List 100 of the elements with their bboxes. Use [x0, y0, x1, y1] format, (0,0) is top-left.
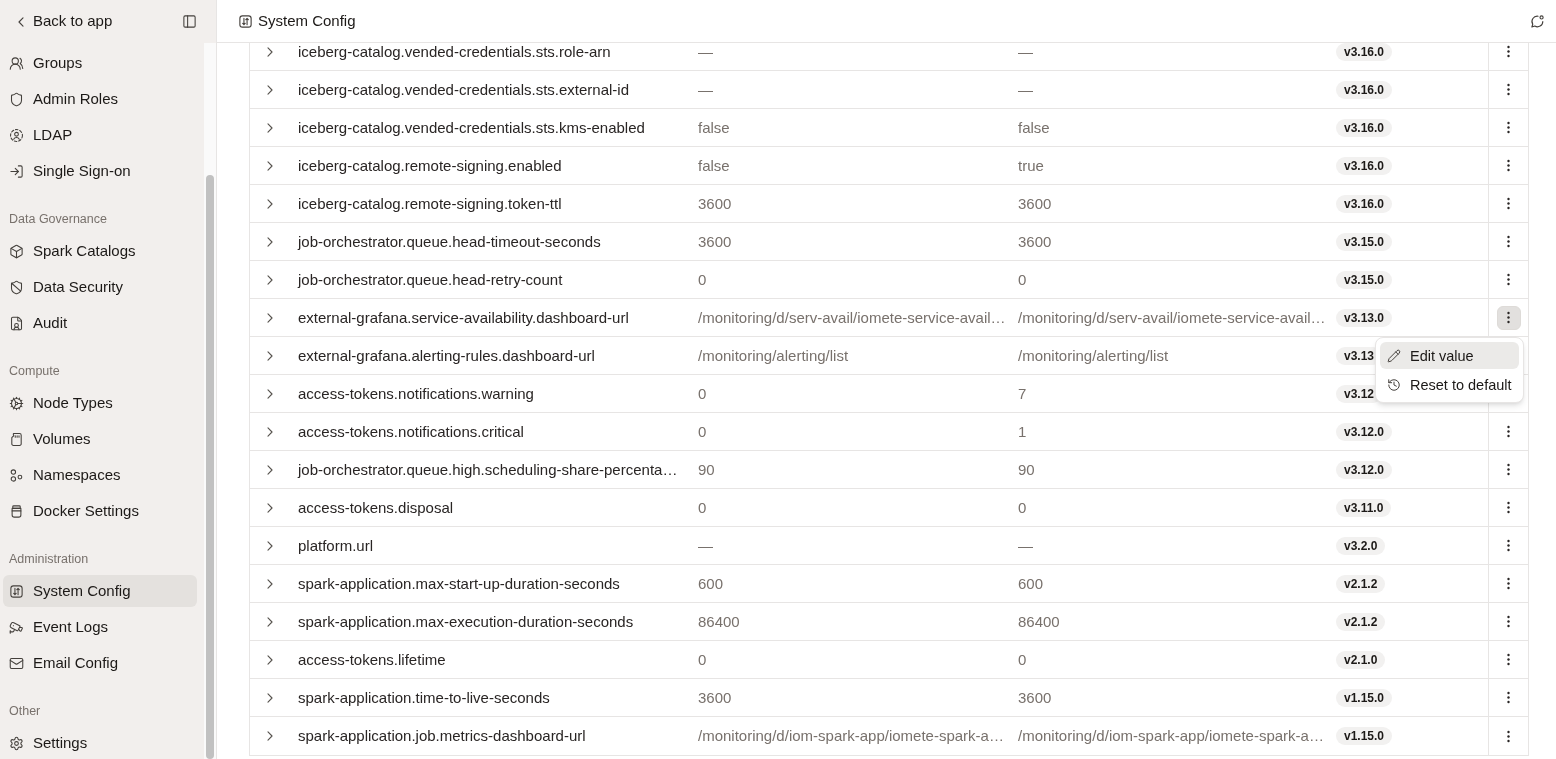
current-value: 600	[1018, 575, 1045, 592]
chevron-right-icon[interactable]	[267, 84, 273, 95]
version-badge: v3.12.0	[1336, 422, 1393, 441]
current-value: 0	[1018, 271, 1028, 288]
chevron-right-icon[interactable]	[267, 540, 273, 551]
config-key: job-orchestrator.queue.high.scheduling-share-percenta…	[298, 461, 698, 478]
default-value: /monitoring/d/iom-spark-app/iomete-spark-a…	[698, 728, 1005, 744]
chevron-right-icon[interactable]	[267, 46, 273, 57]
kebab-icon	[1507, 463, 1510, 476]
chevron-right-icon[interactable]	[267, 426, 273, 437]
message-bubble-icon[interactable]	[1530, 13, 1545, 29]
default-value: 0	[698, 271, 708, 288]
nav-item[interactable]: Node Types	[3, 387, 197, 419]
version-badge: v2.1.2	[1336, 574, 1386, 593]
config-key: iceberg-catalog.remote-signing.token-ttl	[298, 195, 698, 212]
more-button[interactable]	[1496, 305, 1521, 330]
kebab-icon	[1507, 653, 1510, 666]
default-value: 0	[698, 499, 708, 516]
default-value: 90	[698, 461, 716, 478]
version-badge: v3.16.0	[1336, 43, 1393, 61]
pencil-icon	[1387, 348, 1401, 363]
version-badge: v3.16.0	[1336, 80, 1393, 99]
chevron-right-icon[interactable]	[267, 616, 273, 627]
kebab-icon	[1507, 121, 1510, 134]
mail-icon	[9, 655, 24, 671]
default-value: 0	[698, 385, 708, 402]
nav-item[interactable]: Spark Catalogs	[3, 235, 197, 267]
back-link[interactable]: Back to app	[18, 10, 113, 33]
file-user-icon	[9, 315, 24, 331]
current-value: 3600	[1018, 195, 1053, 212]
current-value: —	[1018, 81, 1034, 98]
nav-item[interactable]: Docker Settings	[3, 495, 197, 527]
panel-icon[interactable]	[182, 14, 197, 29]
chevron-right-icon[interactable]	[267, 274, 273, 285]
chevron-right-icon[interactable]	[267, 350, 273, 361]
chevron-right-icon[interactable]	[267, 731, 273, 741]
kebab-icon	[1507, 159, 1510, 172]
current-value: —	[1018, 537, 1034, 554]
memory-card-icon	[9, 431, 24, 447]
chevron-right-icon[interactable]	[267, 122, 273, 133]
kebab-icon	[1507, 615, 1510, 628]
config-key: spark-application.time-to-live-seconds	[298, 689, 698, 706]
nav-item[interactable]: Data Security	[3, 271, 197, 303]
scrollbar-thumb[interactable]	[206, 175, 214, 759]
sliders-box-icon	[9, 583, 24, 599]
chevron-right-icon[interactable]	[267, 464, 273, 475]
menu-item[interactable]: Edit value	[1380, 342, 1519, 369]
cctv-camera-icon	[9, 619, 24, 635]
chevron-right-icon[interactable]	[267, 236, 273, 247]
kebab-icon	[1507, 691, 1510, 704]
version-badge: v1.15.0	[1336, 727, 1393, 745]
kebab-icon	[1507, 197, 1510, 210]
chevron-right-icon[interactable]	[267, 654, 273, 665]
nav-item[interactable]: Volumes	[3, 423, 197, 455]
default-value: 0	[698, 423, 708, 440]
default-value: /monitoring/alerting/list	[698, 347, 850, 364]
chevron-right-icon[interactable]	[267, 312, 273, 323]
config-key: iceberg-catalog.vended-credentials.sts.role-arn	[298, 43, 698, 60]
default-value: 3600	[698, 689, 733, 706]
section-heading: Data Governance	[9, 211, 108, 227]
config-key: job-orchestrator.queue.head-timeout-seconds	[298, 233, 698, 250]
kebab-icon	[1507, 45, 1510, 58]
nav-item[interactable]: Settings	[3, 727, 197, 759]
current-value: false	[1018, 119, 1051, 136]
chevron-right-icon[interactable]	[267, 692, 273, 703]
nav-item[interactable]: Single Sign-on	[3, 155, 197, 187]
version-badge: v3.15.0	[1336, 232, 1393, 251]
current-value: 86400	[1018, 613, 1061, 630]
nav-item[interactable]: Namespaces	[3, 459, 197, 491]
nav-item[interactable]: Event Logs	[3, 611, 197, 643]
current-value: 3600	[1018, 689, 1053, 706]
current-value: 7	[1018, 385, 1028, 402]
current-value: true	[1018, 157, 1045, 174]
config-key: iceberg-catalog.vended-credentials.sts.external-id	[298, 81, 698, 98]
menu-item[interactable]: Reset to default	[1380, 371, 1519, 398]
current-value: 1	[1018, 423, 1028, 440]
default-value: false	[698, 157, 731, 174]
nav-item[interactable]: System Config	[3, 575, 197, 607]
chevron-right-icon[interactable]	[267, 502, 273, 513]
default-value: 0	[698, 651, 708, 668]
current-value: 3600	[1018, 233, 1053, 250]
sliders-box-icon	[238, 13, 253, 29]
nav-item[interactable]: Admin Roles	[3, 83, 197, 115]
default-value: —	[698, 81, 714, 98]
chevron-right-icon[interactable]	[267, 198, 273, 209]
chevron-right-icon[interactable]	[267, 578, 273, 589]
config-key: iceberg-catalog.remote-signing.enabled	[298, 157, 698, 174]
nav-item[interactable]: Groups	[3, 47, 197, 79]
gear-icon	[9, 735, 24, 751]
current-value: 0	[1018, 651, 1028, 668]
current-value: 90	[1018, 461, 1036, 478]
nav-item[interactable]: LDAP	[3, 119, 197, 151]
current-value: /monitoring/d/iom-spark-app/iomete-spark-a…	[1018, 728, 1325, 744]
nav-item[interactable]: Audit	[3, 307, 197, 339]
version-badge: v3.16.0	[1336, 118, 1393, 137]
version-badge: v3.15.0	[1336, 270, 1393, 289]
chevron-right-icon[interactable]	[267, 160, 273, 171]
chevron-right-icon[interactable]	[267, 388, 273, 399]
nav-item[interactable]: Email Config	[3, 647, 197, 679]
version-badge: v3.12.0	[1336, 460, 1393, 479]
